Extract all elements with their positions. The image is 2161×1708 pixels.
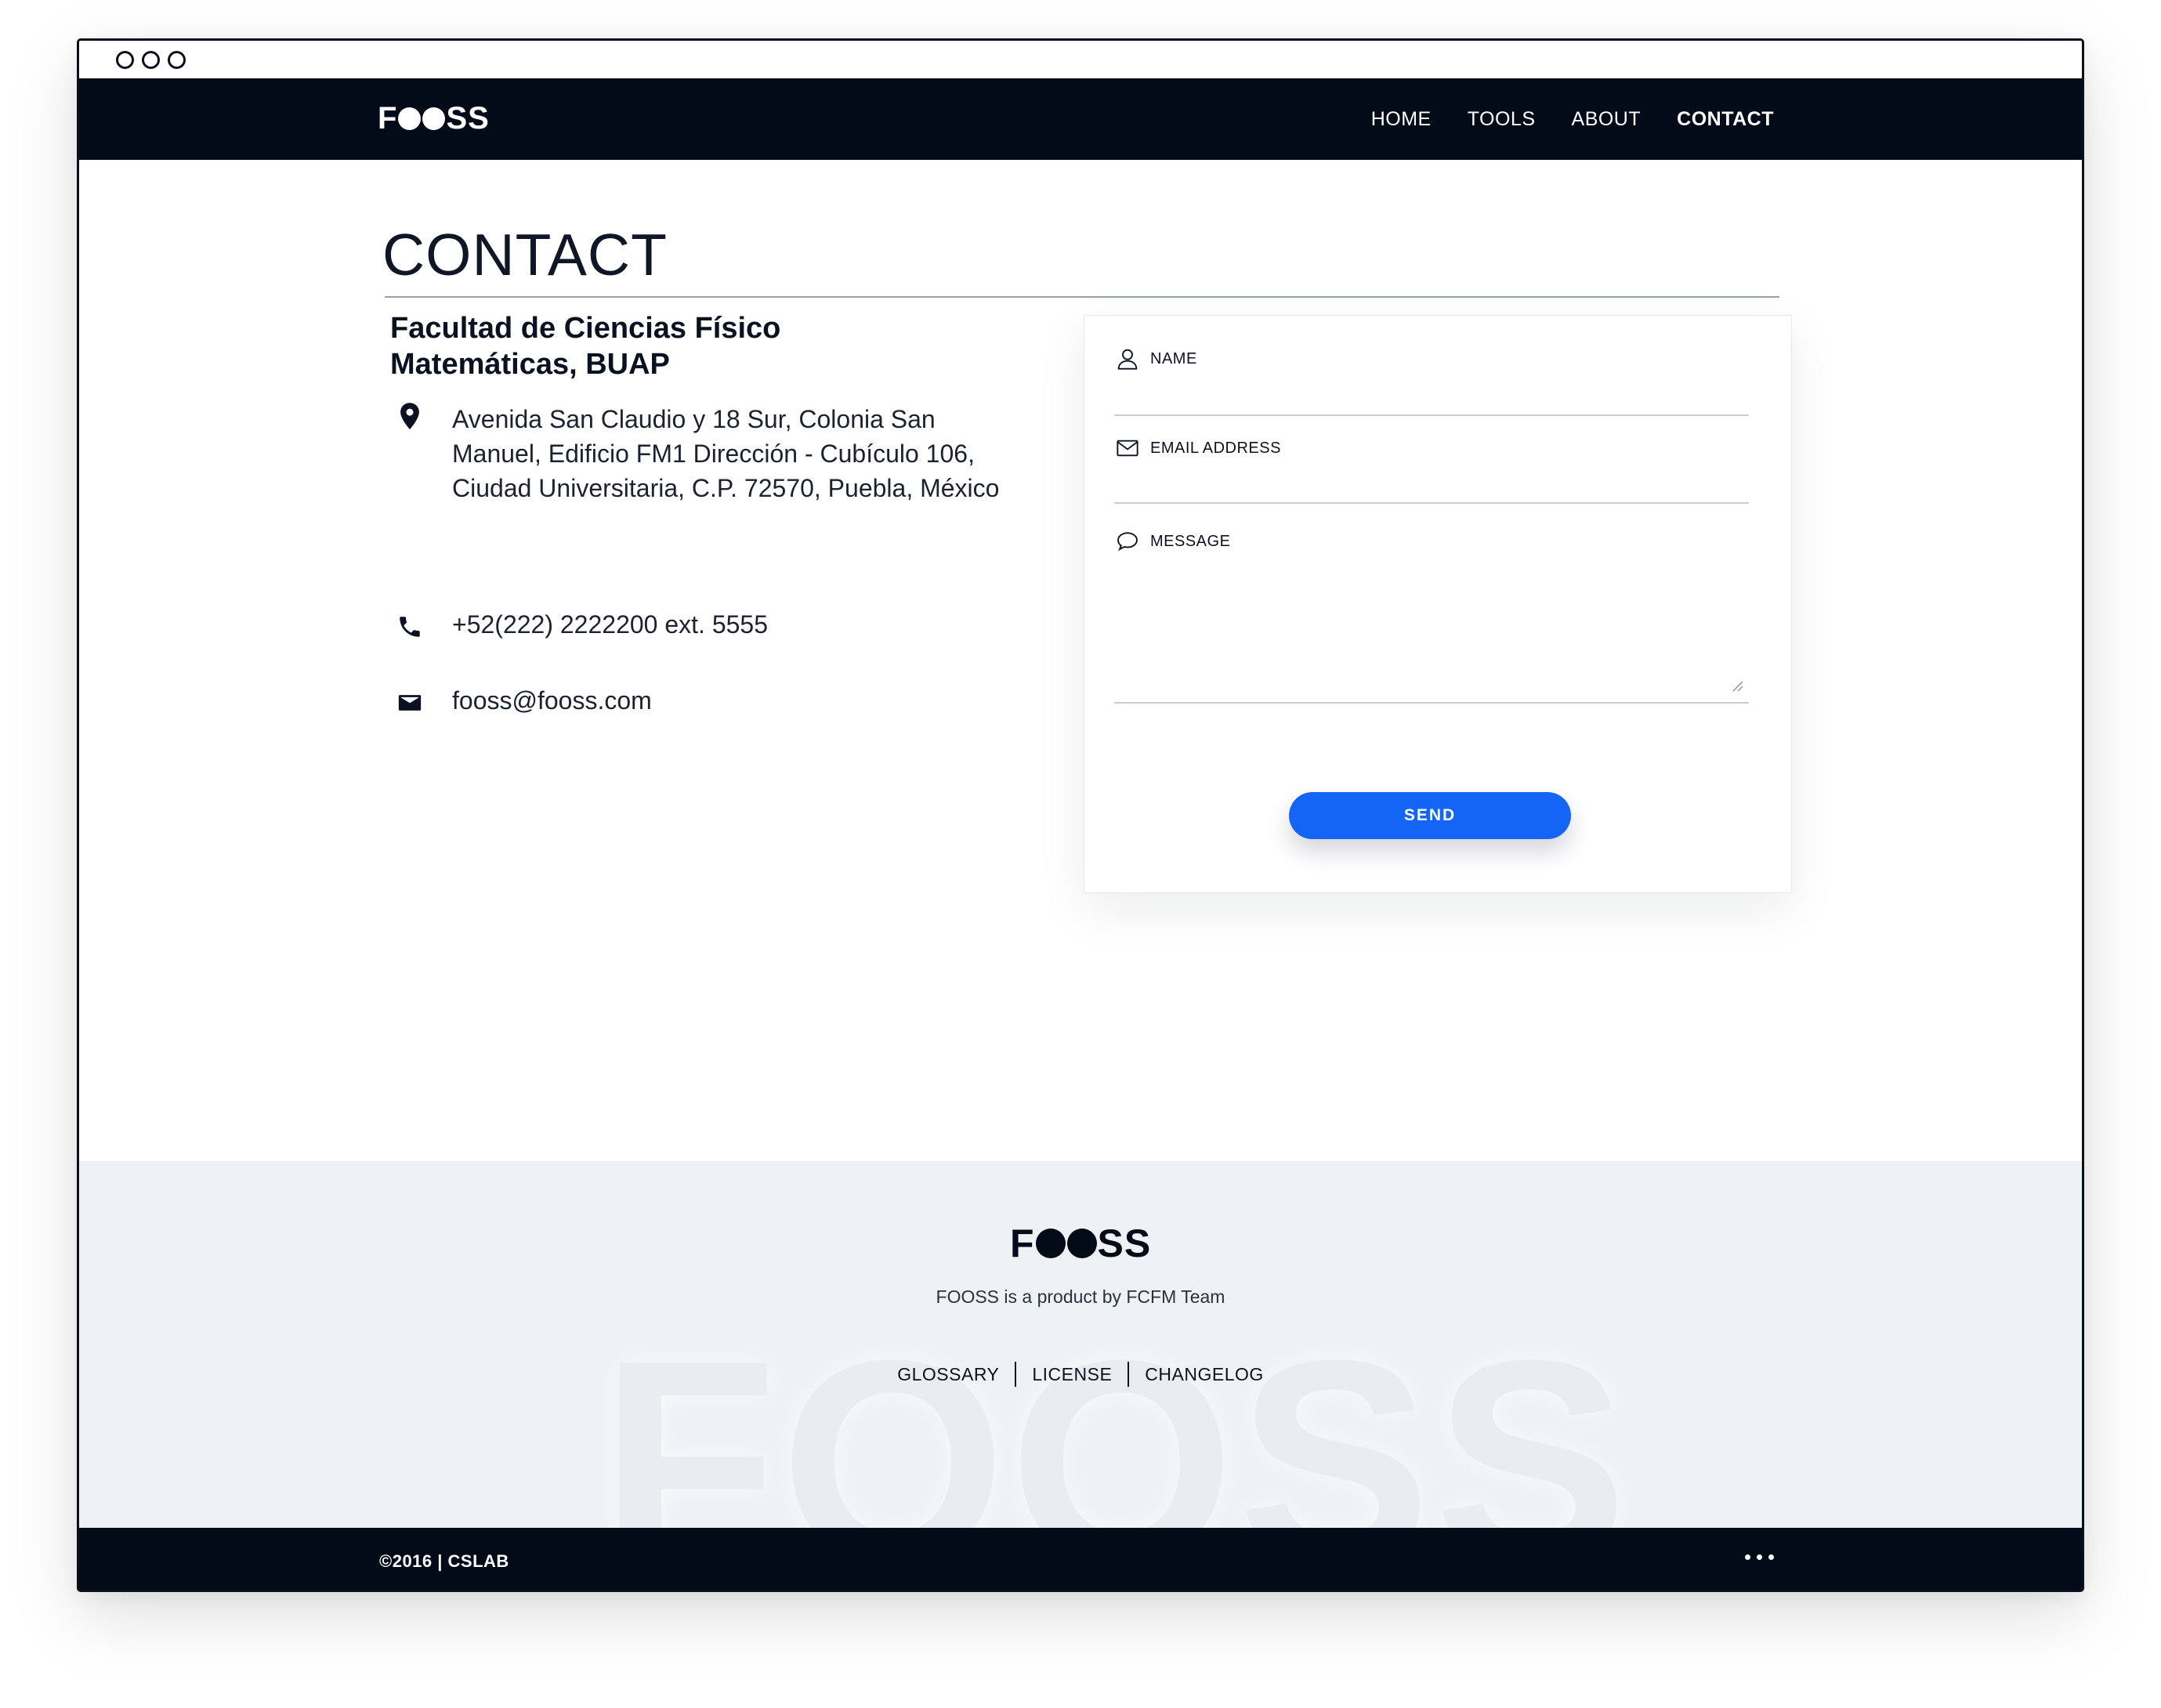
map-pin-icon	[393, 402, 427, 436]
send-button[interactable]: SEND	[1289, 792, 1571, 839]
logo-circle-icon	[398, 107, 422, 130]
logo-circle-icon	[1066, 1229, 1097, 1258]
top-navbar: F SS HOME TOOLS ABOUT CONTACT	[79, 78, 2082, 160]
email-address[interactable]: fooss@fooss.com	[452, 683, 1008, 718]
nav-link-home[interactable]: HOME	[1371, 108, 1432, 131]
email-field[interactable]: EMAIL ADDRESS	[1114, 435, 1749, 504]
window-control-maximize[interactable]	[168, 51, 186, 69]
page-title: CONTACT	[382, 222, 668, 288]
nav-links: HOME TOOLS ABOUT CONTACT	[1335, 78, 1774, 160]
textarea-resize-handle-icon[interactable]	[1730, 678, 1744, 693]
email-row: fooss@fooss.com	[393, 683, 1008, 718]
window-chrome	[79, 41, 2082, 78]
message-label-row: MESSAGE	[1114, 528, 1749, 555]
dot	[1768, 1554, 1774, 1560]
phone-number[interactable]: +52(222) 2222200 ext. 5555	[452, 607, 1008, 642]
window-control-close[interactable]	[116, 51, 134, 69]
email-input-underline[interactable]	[1114, 502, 1749, 504]
address-text: Avenida San Claudio y 18 Sur, Colonia Sa…	[452, 405, 1000, 502]
name-field[interactable]: NAME	[1114, 346, 1749, 416]
message-field[interactable]: MESSAGE	[1114, 528, 1749, 704]
address-row: Avenida San Claudio y 18 Sur, Colonia Sa…	[393, 402, 1008, 505]
logo-prefix: F	[378, 100, 398, 136]
footer-link-glossary[interactable]: GLOSSARY	[881, 1364, 1015, 1385]
footer-logo[interactable]: F SS	[1010, 1221, 1152, 1265]
footer-tagline: FOOSS is a product by FCFM Team	[936, 1286, 1225, 1307]
dot	[1745, 1554, 1750, 1560]
phone-icon	[393, 607, 427, 642]
envelope-icon	[393, 683, 427, 718]
more-options-icon[interactable]	[1745, 1554, 1774, 1560]
browser-window: F SS HOME TOOLS ABOUT CONTACT CONTACT Fa…	[77, 38, 2084, 1592]
footer-watermark: FOOSS	[600, 1301, 1631, 1529]
logo-prefix: F	[1010, 1221, 1035, 1265]
logo-suffix: SS	[446, 100, 490, 136]
email-label: EMAIL ADDRESS	[1150, 439, 1281, 457]
footer-links: GLOSSARY LICENSE CHANGELOG	[79, 1362, 2082, 1387]
footer: FOOSS F SS FOOSS is a product by FCFM Te…	[79, 1161, 2082, 1528]
email-label-row: EMAIL ADDRESS	[1114, 435, 1749, 461]
mail-outline-icon	[1114, 435, 1141, 461]
name-input-underline[interactable]	[1114, 414, 1749, 416]
logo-suffix: SS	[1097, 1221, 1152, 1265]
name-label-row: NAME	[1114, 346, 1749, 372]
speech-bubble-icon	[1114, 528, 1141, 555]
copyright-text: ©2016 | CSLAB	[379, 1551, 509, 1571]
nav-link-about[interactable]: ABOUT	[1572, 108, 1642, 131]
nav-link-contact[interactable]: CONTACT	[1677, 108, 1774, 131]
window-control-minimize[interactable]	[142, 51, 160, 69]
user-icon	[1114, 346, 1141, 372]
logo-circle-icon	[422, 107, 446, 130]
footer-link-changelog[interactable]: CHANGELOG	[1129, 1364, 1279, 1385]
organization-name: Facultad de Ciencias Físico Matemáticas,…	[390, 312, 781, 381]
bottom-bar: ©2016 | CSLAB	[79, 1528, 2082, 1590]
name-label: NAME	[1150, 349, 1197, 367]
nav-link-tools[interactable]: TOOLS	[1468, 108, 1536, 131]
phone-row: +52(222) 2222200 ext. 5555	[393, 607, 1008, 642]
contact-form: NAME EMAIL ADDRESS MESSAGE SEND	[1084, 315, 1792, 893]
logo-circle-icon	[1035, 1229, 1066, 1258]
site-logo[interactable]: F SS	[378, 100, 490, 136]
message-label: MESSAGE	[1150, 532, 1231, 550]
message-input-underline[interactable]	[1114, 702, 1749, 704]
footer-link-license[interactable]: LICENSE	[1016, 1364, 1128, 1385]
dot	[1757, 1554, 1762, 1560]
title-divider	[385, 296, 1779, 298]
